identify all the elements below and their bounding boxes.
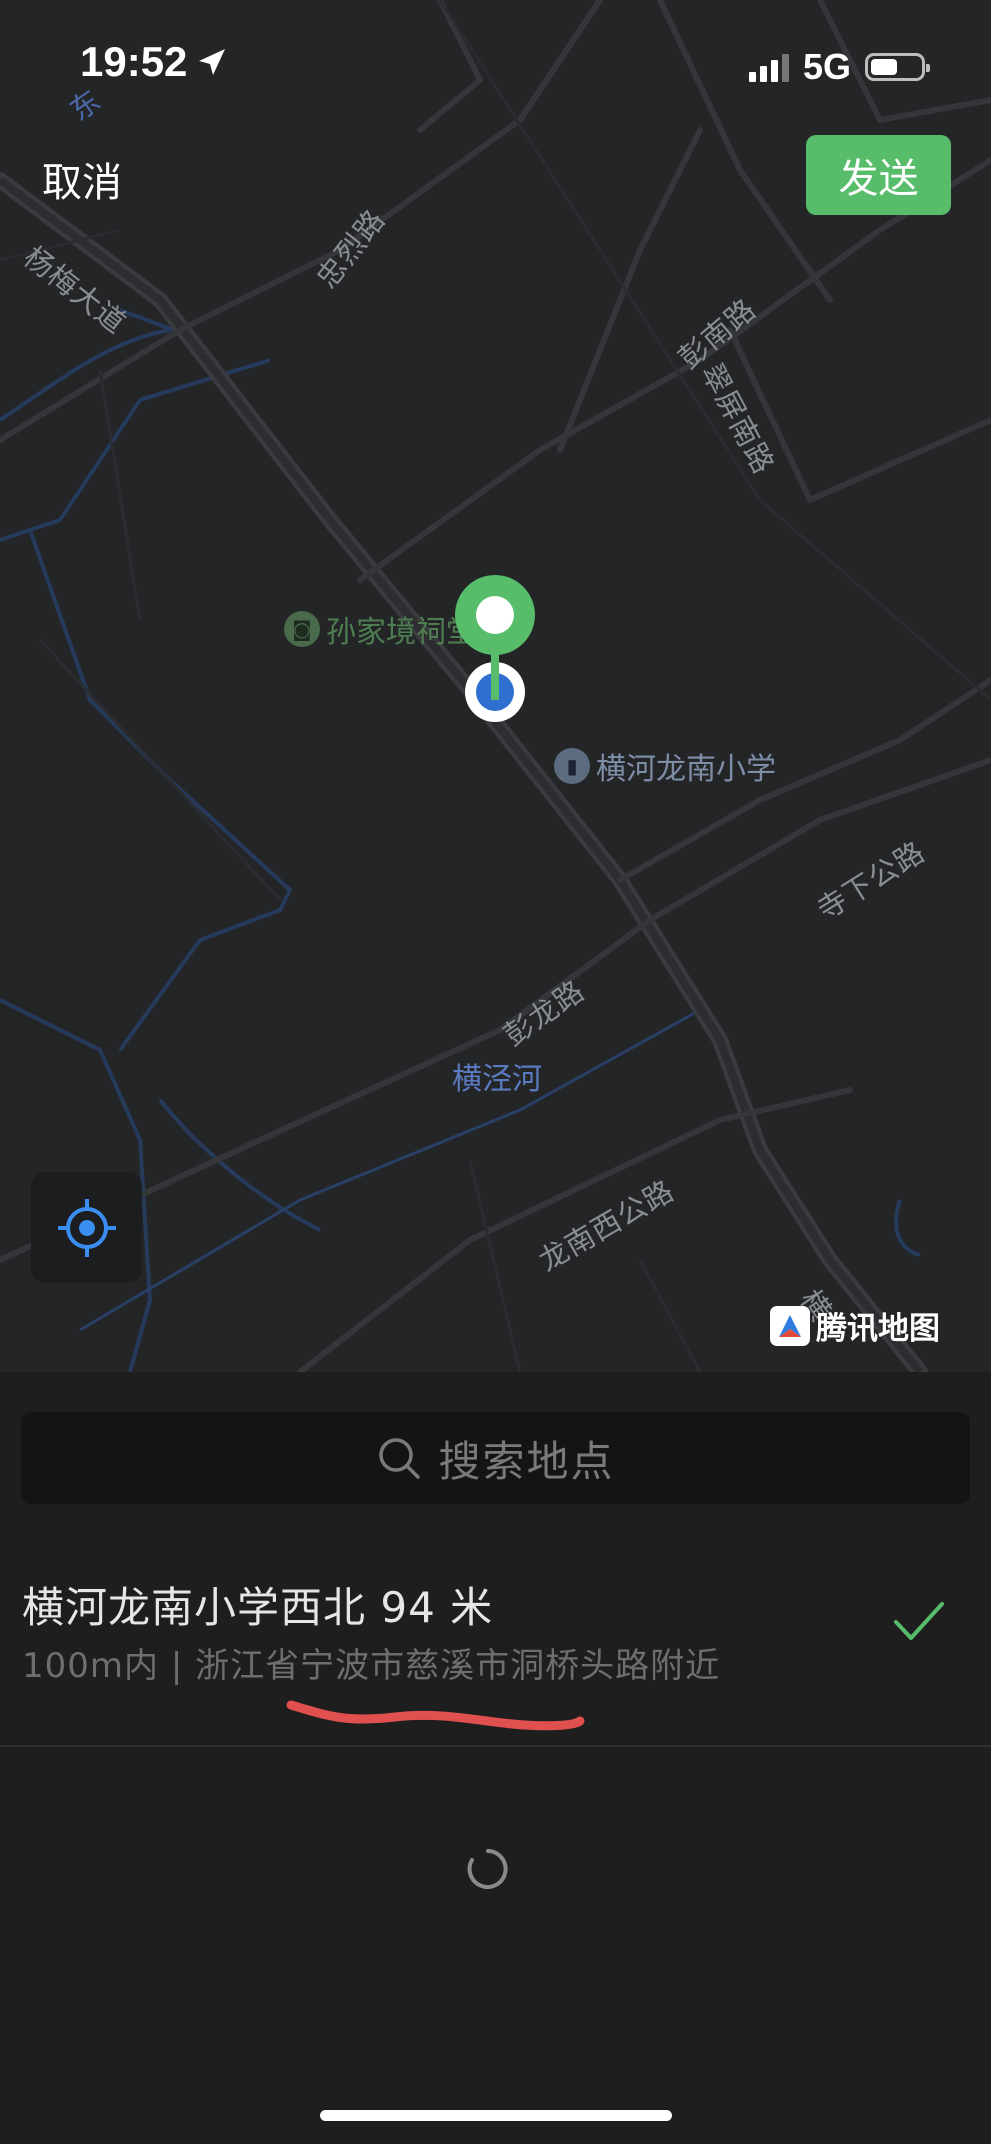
- poi-longnan-school[interactable]: ▮ 横河龙南小学: [554, 744, 776, 788]
- search-icon: [379, 1438, 421, 1479]
- map-view[interactable]: 东 杨梅大道 忠烈路 彭南路 翠屏南路 寺下公路 彭龙路 龙南西公路 横 横泾河…: [0, 0, 991, 1372]
- location-result-item[interactable]: 横河龙南小学西北 94 米 100m内 | 浙江省宁波市慈溪市洞桥头路附近: [0, 1558, 991, 1718]
- annotation-underline: [286, 1700, 585, 1731]
- result-subtitle: 100m内 | 浙江省宁波市慈溪市洞桥头路附近: [22, 1646, 721, 1686]
- crosshair-icon: [57, 1198, 116, 1257]
- home-indicator[interactable]: [320, 2110, 672, 2121]
- camera-icon: ◙: [284, 611, 320, 647]
- location-picker-screen: 东 杨梅大道 忠烈路 彭南路 翠屏南路 寺下公路 彭龙路 龙南西公路 横 横泾河…: [0, 0, 991, 2144]
- list-divider: [0, 1745, 991, 1747]
- battery-level: [871, 59, 897, 75]
- location-arrow-icon: [199, 49, 226, 75]
- status-bar: 19:52 5G: [0, 0, 991, 130]
- locate-me-button[interactable]: [31, 1172, 142, 1283]
- search-bar[interactable]: 搜索地点: [21, 1412, 970, 1504]
- map-provider-logo: 腾讯地图: [770, 1303, 940, 1348]
- poi-label: 横河龙南小学: [596, 752, 776, 787]
- book-icon: ▮: [554, 748, 590, 784]
- water-label-hengjing: 横泾河: [452, 1062, 542, 1097]
- time-label: 19:52: [80, 38, 188, 85]
- loading-spinner-icon: [467, 1849, 508, 1889]
- send-button[interactable]: 发送: [806, 135, 951, 215]
- location-pin-icon: [455, 575, 535, 722]
- search-placeholder: 搜索地点: [438, 1436, 615, 1486]
- poi-sunjiajing[interactable]: ◙ 孙家境祠堂: [284, 607, 476, 651]
- result-title: 横河龙南小学西北 94 米: [22, 1583, 494, 1632]
- cellular-signal-icon: [748, 52, 789, 82]
- location-panel: 搜索地点 横河龙南小学西北 94 米 100m内 | 浙江省宁波市慈溪市洞桥头路…: [0, 1372, 991, 2144]
- tencent-map-icon: [770, 1305, 810, 1346]
- status-indicators: 5G: [748, 46, 930, 88]
- checkmark-icon: [894, 1602, 944, 1640]
- map-provider-label: 腾讯地图: [816, 1311, 940, 1347]
- network-label: 5G: [802, 46, 851, 87]
- status-time: 19:52: [80, 38, 229, 86]
- battery-icon: [865, 53, 930, 81]
- cancel-button[interactable]: 取消: [42, 150, 122, 208]
